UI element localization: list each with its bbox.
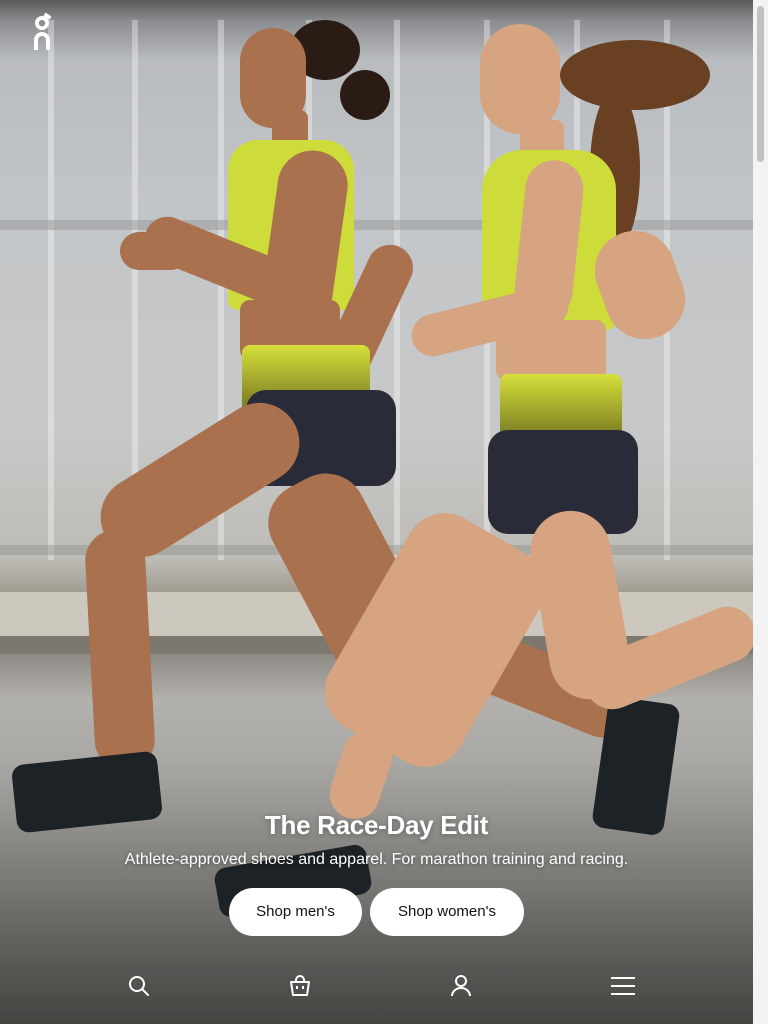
shop-women-button[interactable]: Shop women's — [370, 888, 524, 936]
on-running-logo-icon[interactable] — [28, 12, 56, 52]
shopping-bag-icon[interactable] — [286, 972, 314, 1000]
search-icon[interactable] — [125, 972, 153, 1000]
hero-subtitle: Athlete-approved shoes and apparel. For … — [124, 851, 629, 868]
scrollbar-thumb[interactable] — [757, 6, 764, 162]
hero-banner: The Race-Day Edit Athlete-approved shoes… — [0, 0, 753, 1024]
page-scrollbar[interactable] — [753, 0, 768, 1024]
shop-men-button[interactable]: Shop men's — [229, 888, 362, 936]
hero-title: The Race-Day Edit — [264, 810, 489, 840]
hamburger-menu-icon[interactable] — [609, 972, 637, 1000]
bottom-navigation — [0, 960, 753, 1012]
user-account-icon[interactable] — [447, 972, 475, 1000]
